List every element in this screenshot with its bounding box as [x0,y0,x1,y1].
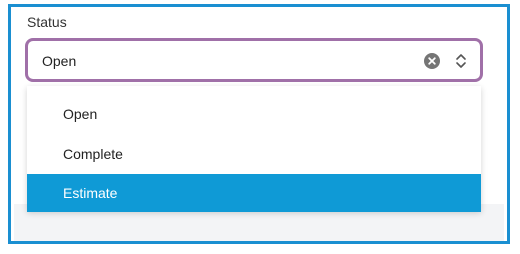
option-open[interactable]: Open [27,95,481,133]
status-dropdown-menu: Open Complete Estimate [27,86,481,212]
option-estimate[interactable]: Estimate [27,174,481,212]
status-select-value: Open [42,53,77,69]
status-label: Status [27,14,67,30]
option-complete[interactable]: Complete [27,135,481,173]
clear-icon[interactable] [424,53,440,69]
chevron-up-down-icon [455,52,467,70]
status-select[interactable]: Open [25,38,483,82]
